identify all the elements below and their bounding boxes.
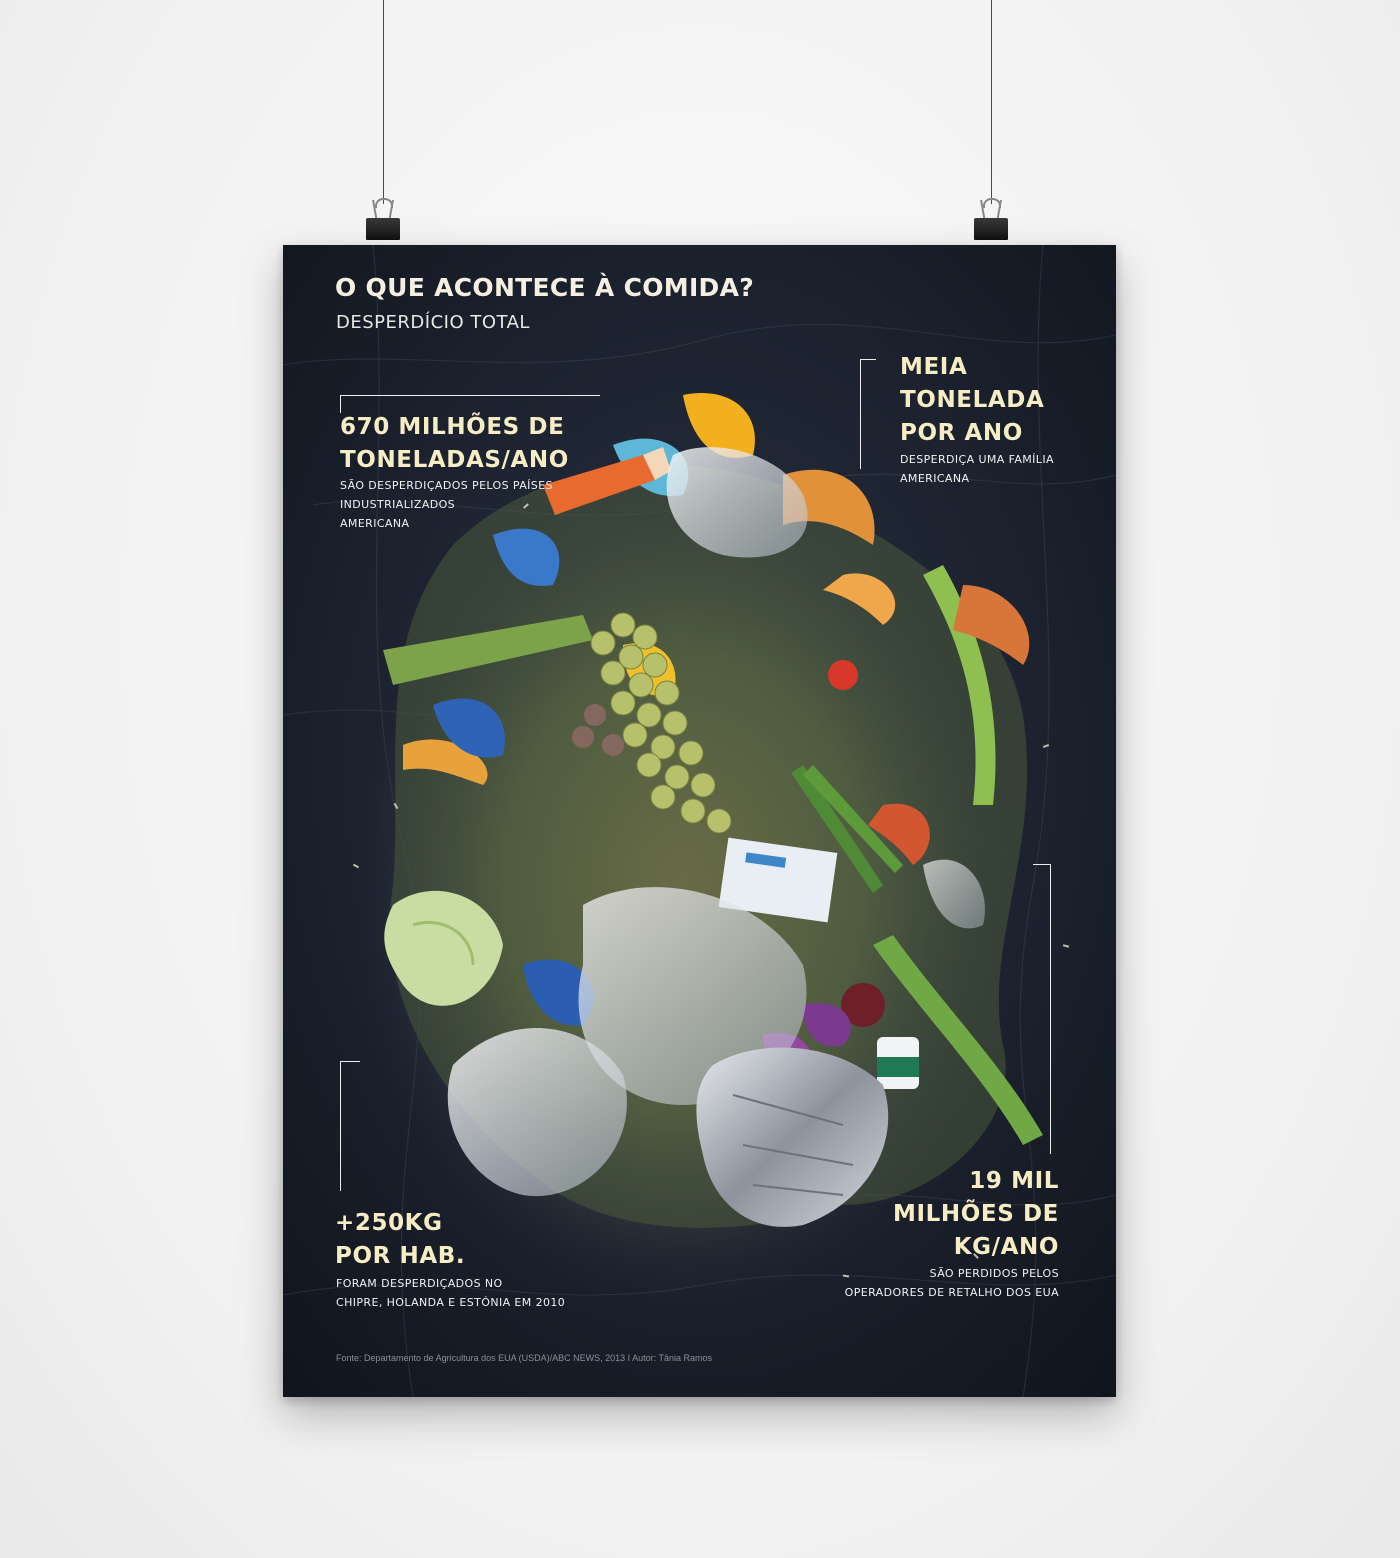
callout-line-top-right-h xyxy=(860,359,876,360)
stat-top-left-head-2: TONELADAS/ANO xyxy=(340,447,569,473)
stat-top-right-head-2: TONELADA xyxy=(900,387,1045,413)
hanging-wire-right xyxy=(991,0,992,204)
stat-bottom-left-head-1: +250KG xyxy=(335,1210,443,1236)
stat-bottom-right-head-2: MILHÕES DE xyxy=(893,1201,1059,1227)
callout-line-top-right-v xyxy=(860,359,861,469)
stat-top-right-sub-1: DESPERDIÇA UMA FAMÍLIA xyxy=(900,453,1054,466)
stat-bottom-left-head-2: POR HAB. xyxy=(335,1243,466,1269)
hanging-wire-left xyxy=(383,0,384,204)
source-credit: Fonte: Departamento de Agricultura dos E… xyxy=(336,1353,713,1363)
stat-bottom-right-sub-2: OPERADORES DE RETALHO DOS EUA xyxy=(844,1286,1059,1299)
stat-top-left-sub-3: AMERICANA xyxy=(340,517,410,530)
poster-title: O QUE ACONTECE À COMIDA? xyxy=(335,273,755,302)
wall-background: O QUE ACONTECE À COMIDA? DESPERDÍCIO TOT… xyxy=(0,0,1400,1558)
stat-bottom-right-head-1: 19 MIL xyxy=(969,1168,1059,1194)
callout-line-bottom-left-h xyxy=(340,1061,360,1062)
stat-bottom-left-sub-1: FORAM DESPERDIÇADOS NO xyxy=(336,1277,503,1290)
stat-bottom-left-sub-2: CHIPRE, HOLANDA E ESTÓNIA EM 2010 xyxy=(336,1296,566,1309)
poster: O QUE ACONTECE À COMIDA? DESPERDÍCIO TOT… xyxy=(283,245,1116,1397)
stat-top-left-sub-2: INDUSTRIALIZADOS xyxy=(340,498,456,511)
stat-top-right-head-3: POR ANO xyxy=(900,420,1023,446)
callout-line-bottom-left-v xyxy=(340,1061,341,1191)
stat-bottom-right-sub-1: SÃO PERDIDOS PELOS xyxy=(929,1267,1059,1280)
stat-top-right-sub-2: AMERICANA xyxy=(900,472,970,485)
poster-subtitle: DESPERDÍCIO TOTAL xyxy=(336,312,530,333)
binder-clip-left xyxy=(366,198,400,240)
stat-top-right-head-1: MEIA xyxy=(900,354,968,380)
stat-top-left-sub-1: SÃO DESPERDIÇADOS PELOS PAÍSES xyxy=(340,479,553,492)
binder-clip-right xyxy=(974,198,1008,240)
stat-top-left-head-1: 670 MILHÕES DE xyxy=(340,414,565,440)
callout-line-top-left-h xyxy=(340,395,600,396)
stat-bottom-right-head-3: KG/ANO xyxy=(953,1234,1059,1260)
callout-line-bottom-right-v xyxy=(1050,864,1051,1154)
callout-line-bottom-right-h xyxy=(1033,864,1051,865)
